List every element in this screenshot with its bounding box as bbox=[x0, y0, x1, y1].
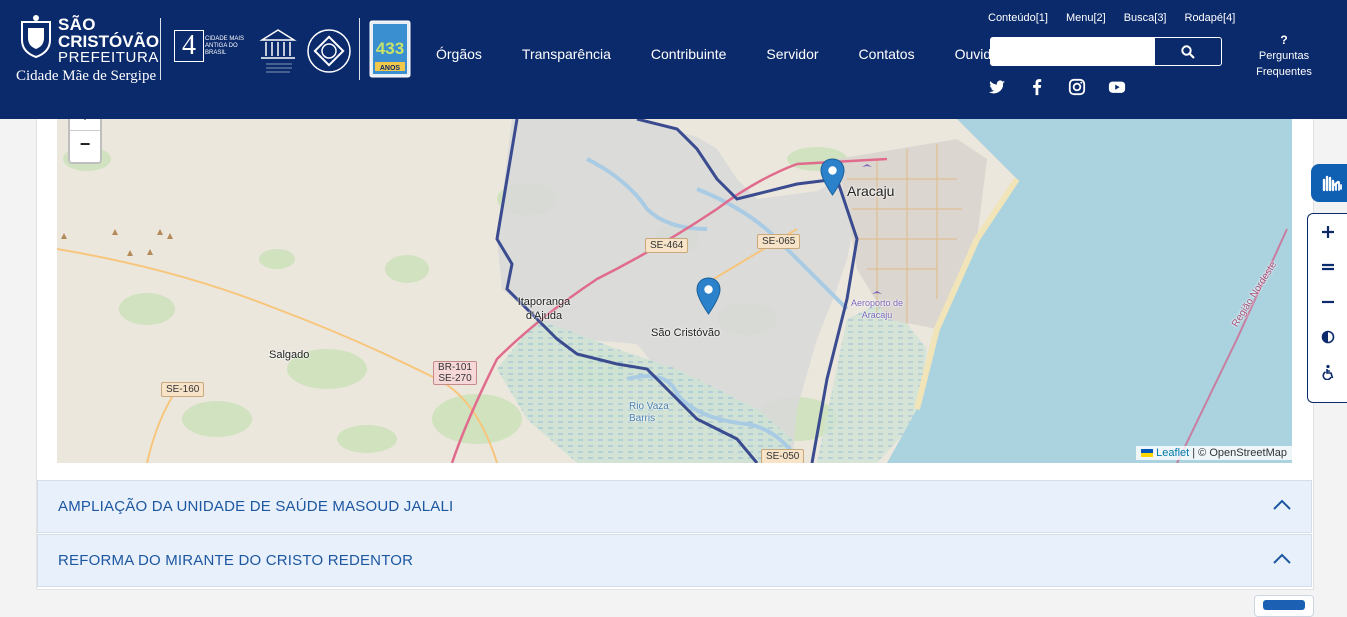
zoom-out-button[interactable]: − bbox=[70, 131, 100, 157]
anniversary-logo-icon: 433 ANOS bbox=[369, 20, 411, 78]
osm-attribution: | © OpenStreetMap bbox=[1192, 447, 1287, 459]
accessibility-toolbar bbox=[1307, 213, 1347, 403]
nav-transparencia[interactable]: Transparência bbox=[502, 46, 631, 62]
accordion-ampliacao[interactable]: AMPLIAÇÃO DA UNIDADE DE SAÚDE MASOUD JAL… bbox=[37, 480, 1312, 533]
header-divider bbox=[160, 18, 161, 80]
nav-orgaos[interactable]: Órgãos bbox=[416, 46, 502, 62]
chevron-up-icon bbox=[1273, 499, 1291, 510]
map-attribution: Leaflet | © OpenStreetMap bbox=[1136, 446, 1292, 460]
accessibility-shortcuts: Conteúdo[1] Menu[2] Busca[3] Rodapé[4] bbox=[988, 12, 1235, 24]
faq-link[interactable]: ? Perguntas Frequentes bbox=[1252, 32, 1316, 80]
map-marker-aracaju[interactable] bbox=[820, 158, 845, 196]
road-se-160: SE-160 bbox=[161, 382, 205, 397]
coat-of-arms-icon bbox=[21, 15, 51, 58]
nav-servidor[interactable]: Servidor bbox=[746, 46, 838, 62]
label-itaporanga: Itaporanga d'Ajuda bbox=[517, 296, 571, 322]
anniversary-number: 433 bbox=[376, 39, 404, 58]
road-se-270: SE-270 bbox=[438, 373, 472, 384]
ukraine-flag-icon bbox=[1141, 449, 1154, 458]
prefeitura-logo[interactable]: SÃO CRISTÓVÃO PREFEITURA Cidade Mãe de S… bbox=[16, 12, 160, 87]
nav-contribuinte[interactable]: Contribuinte bbox=[631, 46, 747, 62]
chevron-up-icon bbox=[1273, 553, 1291, 564]
road-se-464: SE-464 bbox=[645, 238, 689, 253]
instagram-icon[interactable] bbox=[1068, 78, 1086, 96]
shortcut-conteudo[interactable]: Conteúdo[1] bbox=[988, 12, 1048, 24]
question-icon: ? bbox=[1280, 33, 1288, 47]
faq-label-2: Frequentes bbox=[1256, 66, 1312, 78]
social-links bbox=[988, 78, 1126, 96]
font-reset-button[interactable] bbox=[1308, 249, 1347, 284]
search-icon bbox=[1181, 44, 1195, 59]
road-br-101-se-270: BR-101 SE-270 bbox=[433, 361, 477, 385]
shortcut-rodape[interactable]: Rodapé[4] bbox=[1185, 12, 1236, 24]
accordion-title: AMPLIAÇÃO DA UNIDADE DE SAÚDE MASOUD JAL… bbox=[58, 498, 454, 515]
logo-line1: SÃO bbox=[58, 15, 96, 34]
map-view[interactable]: Aracaju Itaporanga d'Ajuda São Cristóvão… bbox=[57, 119, 1292, 463]
label-rio-vaza-barris: Rio Vaza Barris bbox=[629, 401, 669, 424]
leaflet-link[interactable]: Leaflet bbox=[1156, 447, 1189, 459]
accessibility-icon bbox=[1322, 364, 1334, 380]
zoom-out-icon bbox=[1322, 300, 1334, 303]
font-decrease-button[interactable] bbox=[1308, 284, 1347, 319]
road-br-101: BR-101 bbox=[438, 362, 472, 373]
logo-line2: CRISTÓVÃO bbox=[58, 32, 160, 51]
shortcut-busca[interactable]: Busca[3] bbox=[1124, 12, 1167, 24]
label-aracaju: Aracaju bbox=[847, 183, 895, 199]
font-increase-button[interactable] bbox=[1308, 214, 1347, 249]
contrast-icon bbox=[1321, 330, 1335, 343]
label-aeroporto: Aeroporto de Aracaju bbox=[850, 298, 904, 320]
site-header: SÃO CRISTÓVÃO PREFEITURA Cidade Mãe de S… bbox=[0, 0, 1347, 119]
main-nav: Órgãos Transparência Contribuinte Servid… bbox=[416, 46, 1035, 62]
badge-text: CIDADE MAIS ANTIGA DO BRASIL bbox=[205, 36, 245, 56]
unesco-logo-icon bbox=[259, 29, 297, 73]
sign-language-icon bbox=[1322, 175, 1342, 192]
accordion-title: REFORMA DO MIRANTE DO CRISTO REDENTOR bbox=[58, 552, 414, 569]
twitter-icon[interactable] bbox=[988, 78, 1006, 96]
contrast-button[interactable] bbox=[1308, 319, 1347, 354]
youtube-icon[interactable] bbox=[1108, 78, 1126, 96]
nav-contatos[interactable]: Contatos bbox=[839, 46, 935, 62]
logo-line3: PREFEITURA bbox=[58, 49, 160, 66]
label-salgado: Salgado bbox=[269, 349, 310, 361]
faq-label-1: Perguntas bbox=[1258, 50, 1310, 62]
logo-tagline: Cidade Mãe de Sergipe bbox=[16, 68, 157, 84]
shortcut-menu[interactable]: Menu[2] bbox=[1066, 12, 1106, 24]
header-divider-2 bbox=[359, 18, 360, 80]
partial-button[interactable] bbox=[1254, 595, 1314, 617]
accordion-reforma[interactable]: REFORMA DO MIRANTE DO CRISTO REDENTOR bbox=[37, 534, 1312, 587]
accessibility-button[interactable] bbox=[1308, 354, 1347, 389]
map-marker-sao-cristovao[interactable] bbox=[696, 277, 721, 315]
road-se-050: SE-050 bbox=[761, 449, 805, 463]
label-sao-cristovao: São Cristóvão bbox=[651, 327, 721, 339]
vlibras-button[interactable] bbox=[1311, 164, 1347, 202]
badge-number: 4 bbox=[174, 30, 204, 62]
facebook-icon[interactable] bbox=[1028, 78, 1046, 96]
search-button[interactable] bbox=[1155, 38, 1221, 65]
road-se-065: SE-065 bbox=[757, 234, 801, 249]
reset-zoom-icon bbox=[1322, 263, 1334, 270]
zoom-in-icon bbox=[1322, 225, 1334, 238]
world-heritage-icon bbox=[307, 29, 351, 73]
anniversary-unit: ANOS bbox=[380, 65, 401, 72]
search-box bbox=[990, 37, 1222, 66]
search-input[interactable] bbox=[991, 38, 1163, 65]
